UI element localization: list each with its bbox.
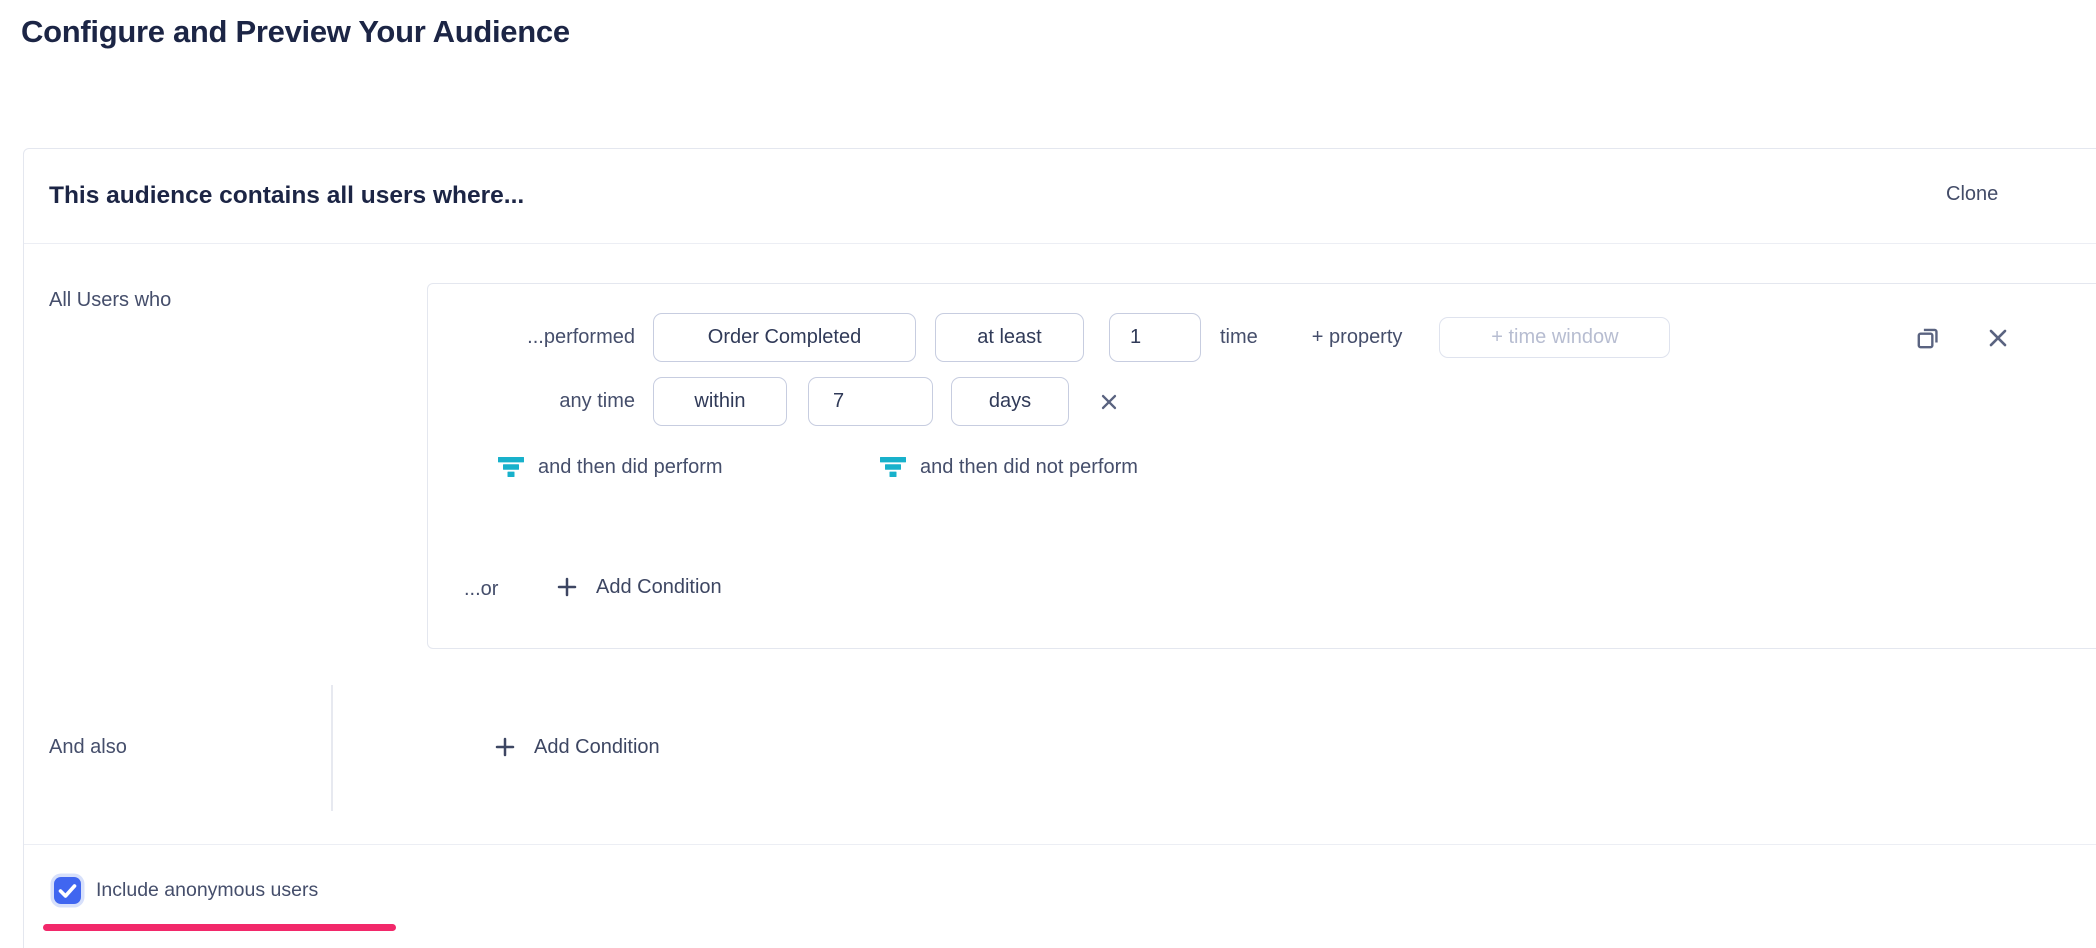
- add-condition-label: Add Condition: [596, 576, 722, 599]
- unit-select-button[interactable]: days: [951, 377, 1069, 426]
- window-value-input[interactable]: [808, 377, 933, 426]
- plus-icon: [493, 735, 517, 759]
- then-did-not-perform-label: and then did not perform: [920, 456, 1138, 479]
- event-select-button[interactable]: Order Completed: [653, 313, 916, 362]
- card-header: This audience contains all users where..…: [24, 149, 2096, 244]
- add-condition-label: Add Condition: [534, 736, 660, 759]
- card-heading: This audience contains all users where..…: [49, 182, 524, 210]
- or-add-condition-row: ...or Add Condition: [428, 574, 2096, 606]
- page-title: Configure and Preview Your Audience: [21, 14, 570, 50]
- operator-select-button[interactable]: at least: [935, 313, 1084, 362]
- footer-divider: [24, 844, 2096, 845]
- close-icon: [1985, 325, 2011, 351]
- add-and-condition-button[interactable]: Add Condition: [493, 735, 660, 759]
- time-label: time: [1220, 326, 1258, 349]
- funnel-icon: [880, 457, 906, 477]
- then-did-perform-button[interactable]: and then did perform: [498, 452, 723, 482]
- count-input[interactable]: [1109, 313, 1201, 362]
- within-select-button[interactable]: within: [653, 377, 787, 426]
- time-window-input[interactable]: [1439, 317, 1670, 358]
- duplicate-icon: [1915, 325, 1941, 351]
- annotation-underline: [43, 924, 396, 931]
- remove-condition-button[interactable]: [1985, 325, 2011, 351]
- then-did-perform-label: and then did perform: [538, 456, 723, 479]
- performed-label: ...performed: [428, 326, 635, 349]
- all-users-who-label: All Users who: [49, 289, 171, 312]
- add-property-button[interactable]: + property: [1312, 326, 1403, 349]
- duplicate-condition-button[interactable]: [1915, 325, 1941, 351]
- remove-time-window-button[interactable]: [1098, 391, 1120, 413]
- and-also-label: And also: [49, 736, 127, 759]
- or-label: ...or: [464, 578, 498, 601]
- plus-icon: [555, 575, 579, 599]
- anytime-label: any time: [428, 390, 635, 413]
- event-condition-row: ...performed Order Completed at least ti…: [428, 313, 2096, 362]
- clone-button[interactable]: Clone: [1946, 183, 1998, 206]
- funnel-icon: [498, 457, 524, 477]
- include-anonymous-checkbox[interactable]: [54, 877, 81, 904]
- then-did-not-perform-button[interactable]: and then did not perform: [880, 452, 1138, 482]
- sequence-options-row: and then did perform and then did not pe…: [428, 452, 2096, 482]
- include-anonymous-label: Include anonymous users: [96, 879, 318, 902]
- audience-card: This audience contains all users where..…: [23, 148, 2096, 948]
- add-or-condition-button[interactable]: Add Condition: [555, 575, 722, 599]
- checkmark-icon: [54, 877, 81, 904]
- time-window-row: any time within days: [428, 377, 1120, 426]
- close-icon: [1098, 391, 1120, 413]
- and-also-divider: [331, 685, 333, 811]
- condition-group-box: ...performed Order Completed at least ti…: [427, 283, 2096, 649]
